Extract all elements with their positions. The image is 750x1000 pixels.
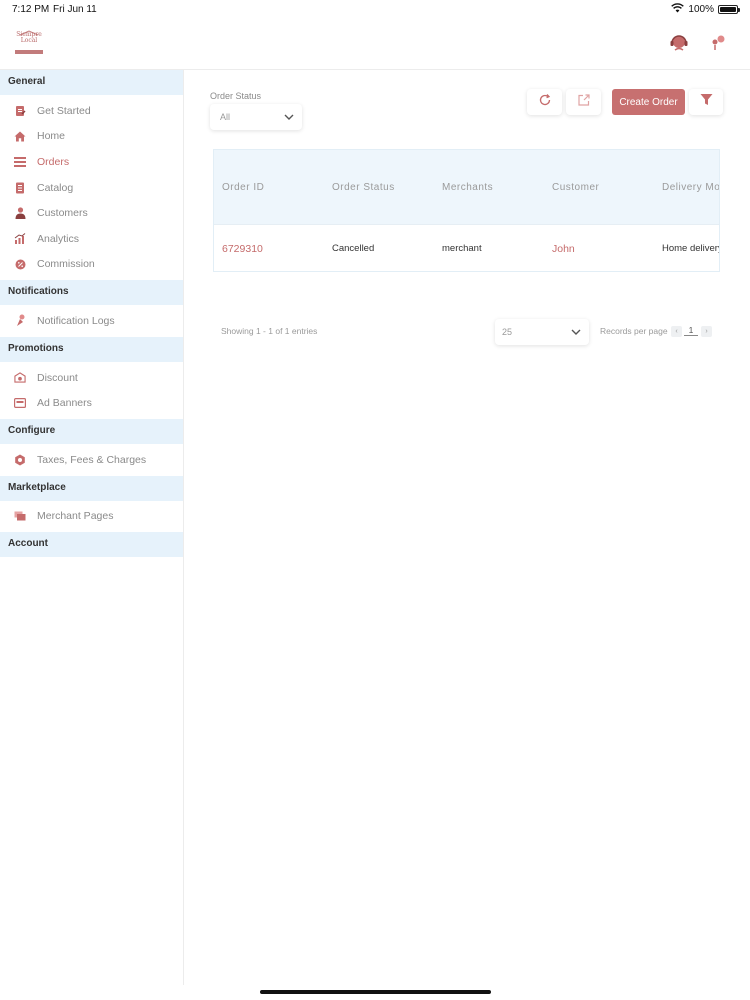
filter-button[interactable] bbox=[689, 89, 723, 115]
sidebar-item-label: Home bbox=[37, 130, 66, 143]
refresh-icon bbox=[538, 93, 552, 112]
refresh-button[interactable] bbox=[527, 89, 562, 115]
sidebar-item-commission[interactable]: Commission bbox=[0, 252, 183, 278]
next-page-button[interactable]: › bbox=[701, 326, 712, 337]
sidebar-item-orders[interactable]: Orders bbox=[0, 149, 183, 175]
sidebar-item-label: Merchant Pages bbox=[37, 510, 114, 523]
home-indicator[interactable] bbox=[260, 990, 491, 994]
delivery-mode-cell: Home delivery bbox=[662, 243, 720, 254]
status-bar: 7:12 PM Fri Jun 11 100% bbox=[0, 0, 750, 20]
chevron-down-icon bbox=[283, 111, 295, 125]
column-header-customer[interactable]: Customer bbox=[544, 182, 654, 193]
sidebar-item-label: Notification Logs bbox=[37, 314, 115, 327]
current-page[interactable]: 1 bbox=[684, 325, 698, 336]
orders-icon bbox=[14, 156, 26, 168]
get-started-icon bbox=[14, 105, 26, 117]
sidebar-item-label: Taxes, Fees & Charges bbox=[37, 453, 147, 466]
menu-notifications: Notification Logs bbox=[0, 305, 183, 337]
sidebar-item-label: Orders bbox=[37, 155, 70, 168]
section-marketplace: Marketplace bbox=[0, 475, 183, 501]
records-per-page-value: 25 bbox=[502, 327, 513, 337]
sidebar-item-label: Ad Banners bbox=[37, 397, 92, 410]
prev-page-button[interactable]: ‹ bbox=[671, 326, 682, 337]
records-per-page-label: Records per page bbox=[600, 326, 668, 336]
merchant-pages-icon bbox=[14, 510, 26, 522]
column-header-delivery-mode[interactable]: Delivery Mode bbox=[654, 182, 719, 193]
sidebar-item-catalog[interactable]: Catalog bbox=[0, 175, 183, 201]
order-id-link[interactable]: 6729310 bbox=[214, 243, 324, 255]
notification-logs-icon bbox=[14, 314, 26, 327]
status-right: 100% bbox=[671, 3, 740, 16]
discount-icon bbox=[14, 372, 26, 384]
section-promotions: Promotions bbox=[0, 336, 183, 362]
sidebar-item-discount[interactable]: Discount bbox=[0, 365, 183, 391]
customers-icon bbox=[14, 207, 26, 220]
battery-icon bbox=[718, 5, 740, 14]
sidebar-item-customers[interactable]: Customers bbox=[0, 200, 183, 226]
battery-fill bbox=[720, 7, 736, 12]
sidebar-item-label: Discount bbox=[37, 371, 78, 384]
create-order-button[interactable]: Create Order bbox=[612, 89, 685, 115]
menu-configure: Taxes, Fees & Charges bbox=[0, 444, 183, 476]
app-logo[interactable]: Siempre Local bbox=[13, 30, 45, 58]
column-header-merchants[interactable]: Merchants bbox=[434, 182, 544, 193]
sidebar-item-analytics[interactable]: Analytics bbox=[0, 226, 183, 252]
order-status-value: All bbox=[220, 112, 231, 122]
section-account[interactable]: Account bbox=[0, 532, 183, 558]
logo-bar bbox=[15, 50, 43, 54]
entries-info: Showing 1 - 1 of 1 entries bbox=[221, 326, 318, 336]
sidebar-item-label: Commission bbox=[37, 258, 95, 271]
section-notifications: Notifications bbox=[0, 280, 183, 306]
sidebar-item-label: Get Started bbox=[37, 104, 91, 117]
wifi-icon bbox=[671, 3, 685, 16]
sidebar-item-label: Analytics bbox=[37, 232, 80, 245]
main-content: Order Status All Create Order Order ID O… bbox=[184, 70, 750, 985]
order-status-label: Order Status bbox=[210, 91, 262, 101]
logo-text: Siempre Local bbox=[16, 31, 42, 44]
status-time: 7:12 PM bbox=[12, 4, 50, 15]
sidebar-item-label: Customers bbox=[37, 207, 88, 220]
menu-marketplace: Merchant Pages bbox=[0, 501, 183, 533]
battery-percent: 100% bbox=[688, 4, 714, 15]
table-header: Order ID Order Status Merchants Customer… bbox=[214, 150, 719, 224]
sidebar-item-home[interactable]: Home bbox=[0, 124, 183, 150]
merchant-cell: merchant bbox=[442, 243, 482, 254]
sidebar-item-taxes[interactable]: Taxes, Fees & Charges bbox=[0, 447, 183, 473]
analytics-icon bbox=[14, 233, 26, 245]
menu-promotions: Discount Ad Banners bbox=[0, 362, 183, 419]
section-general: General bbox=[0, 70, 183, 95]
catalog-icon bbox=[14, 182, 26, 194]
table-row[interactable]: 6729310 Cancelled merchant John Home del… bbox=[214, 224, 720, 271]
filter-icon bbox=[700, 93, 713, 111]
sidebar-item-label: Catalog bbox=[37, 181, 74, 194]
menu-general: Get Started Home Orders Catalog Customer… bbox=[0, 95, 183, 280]
sidebar-item-merchant-pages[interactable]: Merchant Pages bbox=[0, 504, 183, 530]
column-header-order-status[interactable]: Order Status bbox=[324, 182, 434, 193]
order-status-cell: Cancelled bbox=[332, 243, 375, 254]
orders-table: Order ID Order Status Merchants Customer… bbox=[213, 149, 720, 272]
home-icon bbox=[14, 130, 26, 142]
section-configure: Configure bbox=[0, 418, 183, 444]
customer-link[interactable]: John bbox=[544, 243, 654, 255]
export-icon bbox=[577, 93, 591, 112]
sidebar-item-ad-banners[interactable]: Ad Banners bbox=[0, 390, 183, 416]
sidebar: General Get Started Home Orders Catalog … bbox=[0, 70, 184, 985]
export-button[interactable] bbox=[566, 89, 601, 115]
order-status-select[interactable]: All bbox=[210, 104, 302, 130]
chevron-down-icon bbox=[570, 326, 582, 340]
records-per-page-select[interactable]: 25 bbox=[495, 319, 589, 345]
sidebar-item-notification-logs[interactable]: Notification Logs bbox=[0, 308, 183, 334]
app-header: Siempre Local bbox=[0, 20, 750, 70]
taxes-icon bbox=[14, 454, 26, 466]
support-agent-icon[interactable] bbox=[668, 32, 690, 54]
notification-icon[interactable] bbox=[707, 32, 729, 54]
sidebar-item-get-started[interactable]: Get Started bbox=[0, 98, 183, 124]
commission-icon bbox=[14, 258, 26, 270]
ad-banners-icon bbox=[14, 397, 26, 409]
status-date: Fri Jun 11 bbox=[53, 4, 97, 15]
column-header-order-id[interactable]: Order ID bbox=[214, 182, 324, 193]
